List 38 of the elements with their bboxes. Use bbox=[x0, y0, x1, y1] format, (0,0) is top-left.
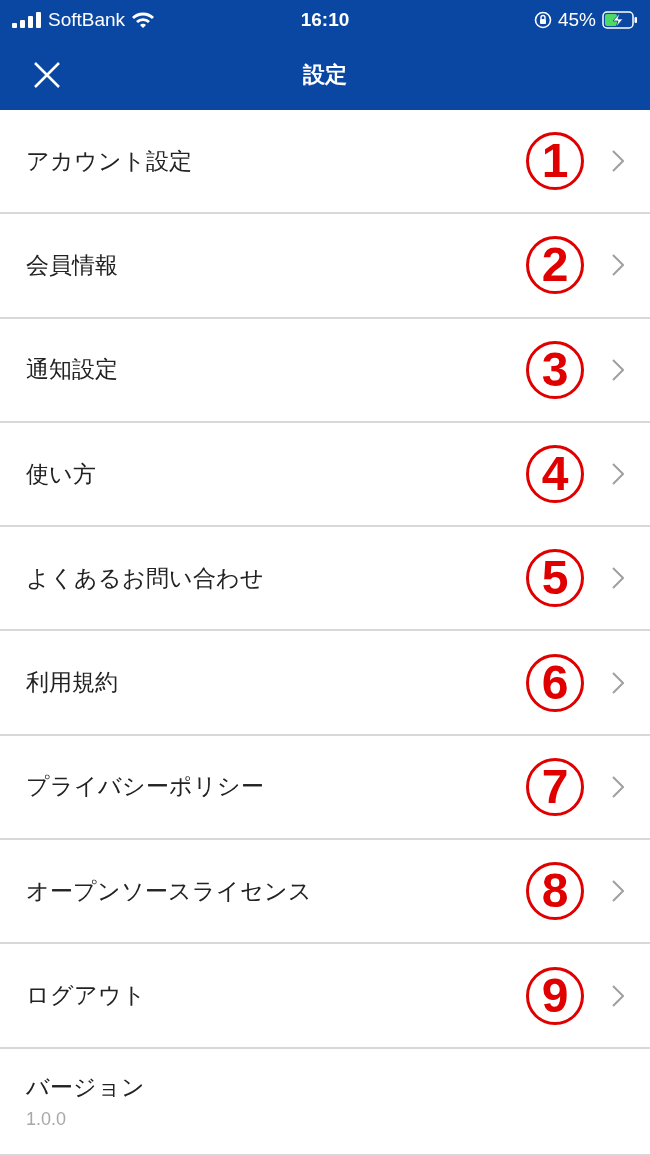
chevron-right-icon bbox=[612, 775, 624, 798]
menu-item-label[interactable]: 会員情報 bbox=[26, 249, 526, 281]
menu-item-label[interactable]: アカウント設定 bbox=[26, 145, 526, 177]
menu-item-label[interactable]: 通知設定 bbox=[26, 354, 526, 386]
orientation-lock-icon bbox=[534, 11, 552, 29]
carrier-name: SoftBank bbox=[48, 9, 126, 31]
menu-item-label[interactable]: 使い方 bbox=[26, 458, 526, 490]
menu-item-label[interactable]: ログアウト bbox=[26, 980, 526, 1011]
chevron-right-icon bbox=[612, 984, 624, 1007]
menu-item-label[interactable]: よくあるお問い合わせ bbox=[26, 562, 526, 594]
chevron-right-icon bbox=[612, 358, 624, 381]
chevron-right-icon bbox=[612, 463, 624, 486]
menu-item-label[interactable]: オープンソースライセンス bbox=[26, 875, 526, 907]
number-badge: 6 bbox=[526, 653, 584, 712]
number-badge: 5 bbox=[526, 549, 584, 608]
number-badge: 7 bbox=[526, 757, 584, 816]
header-title: 設定 bbox=[303, 62, 347, 87]
chevron-right-icon bbox=[612, 150, 624, 173]
menu-item-label[interactable]: プライバシーポリシー bbox=[26, 771, 526, 803]
number-badge: 1 bbox=[526, 132, 584, 191]
close-button[interactable] bbox=[32, 60, 62, 90]
chevron-right-icon bbox=[612, 671, 624, 694]
number-badge: 9 bbox=[526, 966, 584, 1025]
chevron-right-icon bbox=[612, 254, 624, 277]
number-badge: 4 bbox=[526, 445, 584, 504]
number-badge: 2 bbox=[526, 236, 584, 295]
wifi-icon bbox=[131, 11, 156, 29]
menu-item-label[interactable]: 利用規約 bbox=[26, 667, 526, 699]
battery-icon bbox=[602, 11, 638, 29]
version-number: 1.0.0 bbox=[26, 1109, 68, 1131]
clock-time: 16:10 bbox=[300, 9, 350, 31]
signal-icon bbox=[12, 12, 42, 28]
battery-percent: 45% bbox=[558, 9, 596, 31]
version-label: バージョン bbox=[26, 1073, 146, 1103]
number-badge: 8 bbox=[526, 862, 584, 921]
number-badge: 3 bbox=[526, 340, 584, 399]
chevron-right-icon bbox=[612, 567, 624, 590]
chevron-right-icon bbox=[612, 880, 624, 903]
